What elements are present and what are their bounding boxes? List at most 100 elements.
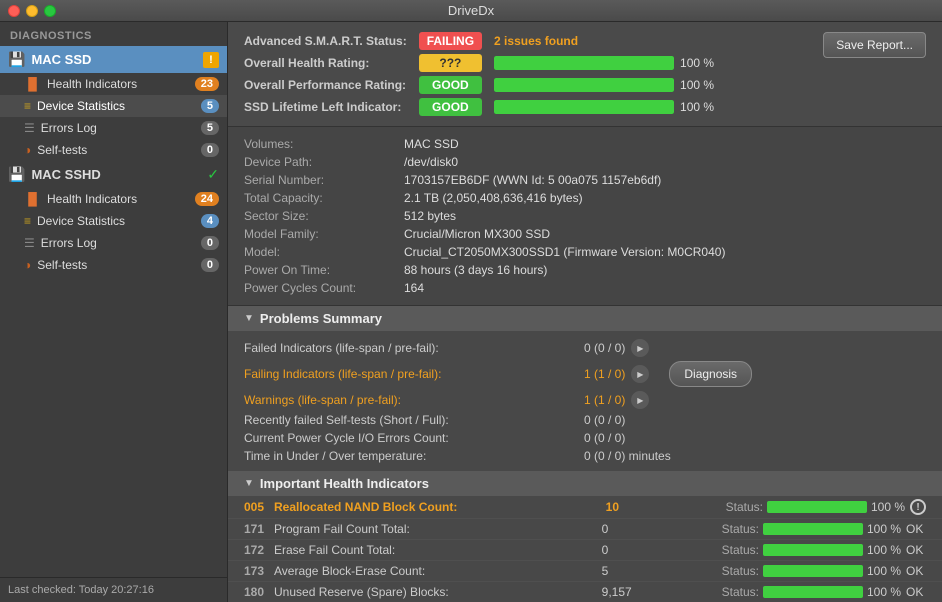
sidebar-item-self-tests-sshd[interactable]: ◑ Self-tests 0 bbox=[0, 254, 227, 276]
sidebar-device-mac-sshd[interactable]: 💾 MAC SSHD ✓ bbox=[0, 161, 227, 188]
health-name-180: Unused Reserve (Spare) Blocks: bbox=[274, 585, 602, 599]
sidebar-header: Diagnostics bbox=[0, 22, 227, 46]
device-stats-badge: 5 bbox=[201, 99, 219, 113]
device-stats-icon: ≡ bbox=[24, 99, 31, 113]
health-row-173: 173 Average Block-Erase Count: 5 Status:… bbox=[228, 561, 942, 582]
check-icon: ✓ bbox=[207, 166, 219, 183]
health-num-173: 173 bbox=[244, 564, 274, 578]
sidebar-item-errors-log-sshd[interactable]: ☰ Errors Log 0 bbox=[0, 232, 227, 254]
info-key-power-cycles: Power Cycles Count: bbox=[244, 281, 404, 295]
health-pct-005: 100 % bbox=[871, 500, 906, 514]
status-grid: Advanced S.M.A.R.T. Status: FAILING 2 is… bbox=[244, 32, 714, 116]
info-key-serial: Serial Number: bbox=[244, 173, 404, 187]
save-report-button[interactable]: Save Report... bbox=[823, 32, 926, 58]
health-name-005: Reallocated NAND Block Count: bbox=[274, 500, 606, 514]
errors-log-sshd-label: Errors Log bbox=[41, 236, 195, 250]
health-indicators-label: Health Indicators bbox=[47, 77, 189, 91]
minimize-button[interactable] bbox=[26, 5, 38, 17]
problem-self-tests-val: 0 (0 / 0) bbox=[584, 413, 625, 427]
sidebar-item-device-statistics-ssd[interactable]: ≡ Device Statistics 5 bbox=[0, 95, 227, 117]
health-bar-fill-173 bbox=[763, 565, 863, 577]
health-rating-label: Overall Health Rating: bbox=[244, 56, 407, 70]
info-key-path: Device Path: bbox=[244, 155, 404, 169]
info-row-model: Model: Crucial_CT2050MX300SSD1 (Firmware… bbox=[244, 243, 926, 261]
info-row-sector: Sector Size: 512 bytes bbox=[244, 207, 926, 225]
health-rating-bar bbox=[494, 56, 674, 70]
info-row-power-cycles: Power Cycles Count: 164 bbox=[244, 279, 926, 297]
status-label-sm-005: Status: bbox=[726, 500, 763, 514]
health-value-171: 0 bbox=[602, 522, 722, 536]
warnings-arrow-button[interactable] bbox=[631, 391, 649, 409]
traffic-lights bbox=[8, 5, 56, 17]
errors-log-icon: ☰ bbox=[24, 121, 35, 135]
health-bar-wrap-172: 100 % OK bbox=[763, 543, 926, 557]
health-bar-wrap-171: 100 % OK bbox=[763, 522, 926, 536]
diagnosis-button[interactable]: Diagnosis bbox=[669, 361, 752, 387]
lifetime-fill bbox=[494, 100, 674, 114]
problem-failing-indicators: Failing Indicators (life-span / pre-fail… bbox=[244, 359, 926, 389]
health-bar-fill-171 bbox=[763, 523, 863, 535]
smart-status-badge: FAILING bbox=[419, 32, 482, 50]
health-badge: 23 bbox=[195, 77, 219, 91]
sidebar-item-device-statistics-sshd[interactable]: ≡ Device Statistics 4 bbox=[0, 210, 227, 232]
info-val-capacity: 2.1 TB (2,050,408,636,416 bytes) bbox=[404, 191, 583, 205]
problem-temp-label: Time in Under / Over temperature: bbox=[244, 449, 584, 463]
health-section-title: Important Health Indicators bbox=[260, 476, 429, 491]
smart-issues: 2 issues found bbox=[494, 34, 714, 48]
health-value-005: 10 bbox=[606, 500, 726, 514]
info-row-capacity: Total Capacity: 2.1 TB (2,050,408,636,41… bbox=[244, 189, 926, 207]
main-content: Advanced S.M.A.R.T. Status: FAILING 2 is… bbox=[228, 22, 942, 602]
device-stats-icon-2: ≡ bbox=[24, 214, 31, 228]
sidebar-device-mac-ssd[interactable]: 💾 MAC SSD ! bbox=[0, 46, 227, 73]
failed-arrow-button[interactable] bbox=[631, 339, 649, 357]
info-val-family: Crucial/Micron MX300 SSD bbox=[404, 227, 550, 241]
health-num-172: 172 bbox=[244, 543, 274, 557]
health-rating-progress-row: 100 % bbox=[494, 56, 714, 70]
health-rating-pct: 100 % bbox=[680, 56, 714, 70]
problem-io-errors-label: Current Power Cycle I/O Errors Count: bbox=[244, 431, 584, 445]
sidebar-item-health-indicators-ssd[interactable]: ▐▌ Health Indicators 23 bbox=[0, 73, 227, 95]
health-bar-icon: ▐▌ bbox=[24, 77, 41, 91]
lifetime-progress-row: 100 % bbox=[494, 100, 714, 114]
info-key-model: Model: bbox=[244, 245, 404, 259]
info-key-capacity: Total Capacity: bbox=[244, 191, 404, 205]
info-row-volumes: Volumes: MAC SSD bbox=[244, 135, 926, 153]
health-bar-wrap-173: 100 % OK bbox=[763, 564, 926, 578]
close-button[interactable] bbox=[8, 5, 20, 17]
problems-section-title: Problems Summary bbox=[260, 311, 382, 326]
info-row-power-on: Power On Time: 88 hours (3 days 16 hours… bbox=[244, 261, 926, 279]
self-tests-sshd-badge: 0 bbox=[201, 258, 219, 272]
performance-pct: 100 % bbox=[680, 78, 714, 92]
performance-fill bbox=[494, 78, 674, 92]
app-title: DriveDx bbox=[448, 3, 494, 18]
health-num-005: 005 bbox=[244, 500, 274, 514]
health-indicators-sshd-label: Health Indicators bbox=[47, 192, 189, 206]
maximize-button[interactable] bbox=[44, 5, 56, 17]
ok-text-180: OK bbox=[906, 585, 926, 599]
problem-temp-val: 0 (0 / 0) minutes bbox=[584, 449, 671, 463]
info-val-power-cycles: 164 bbox=[404, 281, 424, 295]
status-label-sm-173: Status: bbox=[722, 564, 759, 578]
self-tests-icon-2: ◑ bbox=[24, 258, 31, 272]
health-bar-fill-005 bbox=[767, 501, 867, 513]
lifetime-pct: 100 % bbox=[680, 100, 714, 114]
problem-warnings-label: Warnings (life-span / pre-fail): bbox=[244, 393, 584, 407]
problem-failed-label: Failed Indicators (life-span / pre-fail)… bbox=[244, 341, 584, 355]
health-row-171: 171 Program Fail Count Total: 0 Status: … bbox=[228, 519, 942, 540]
health-value-180: 9,157 bbox=[602, 585, 722, 599]
exclaim-icon-005: ! bbox=[910, 499, 926, 515]
health-triangle-icon: ▼ bbox=[244, 478, 254, 489]
health-row-172: 172 Erase Fail Count Total: 0 Status: 10… bbox=[228, 540, 942, 561]
sidebar-item-self-tests-ssd[interactable]: ◑ Self-tests 0 bbox=[0, 139, 227, 161]
health-rating-fill bbox=[494, 56, 674, 70]
problem-failing-label: Failing Indicators (life-span / pre-fail… bbox=[244, 367, 584, 381]
errors-badge: 5 bbox=[201, 121, 219, 135]
failing-arrow-button[interactable] bbox=[631, 365, 649, 383]
info-val-serial: 1703157EB6DF (WWN Id: 5 00a075 1157eb6df… bbox=[404, 173, 661, 187]
info-val-power-on: 88 hours (3 days 16 hours) bbox=[404, 263, 547, 277]
sidebar-item-health-indicators-sshd[interactable]: ▐▌ Health Indicators 24 bbox=[0, 188, 227, 210]
self-tests-icon: ◑ bbox=[24, 143, 31, 157]
ok-text-173: OK bbox=[906, 564, 926, 578]
sidebar: Diagnostics 💾 MAC SSD ! ▐▌ Health Indica… bbox=[0, 22, 228, 602]
sidebar-item-errors-log-ssd[interactable]: ☰ Errors Log 5 bbox=[0, 117, 227, 139]
